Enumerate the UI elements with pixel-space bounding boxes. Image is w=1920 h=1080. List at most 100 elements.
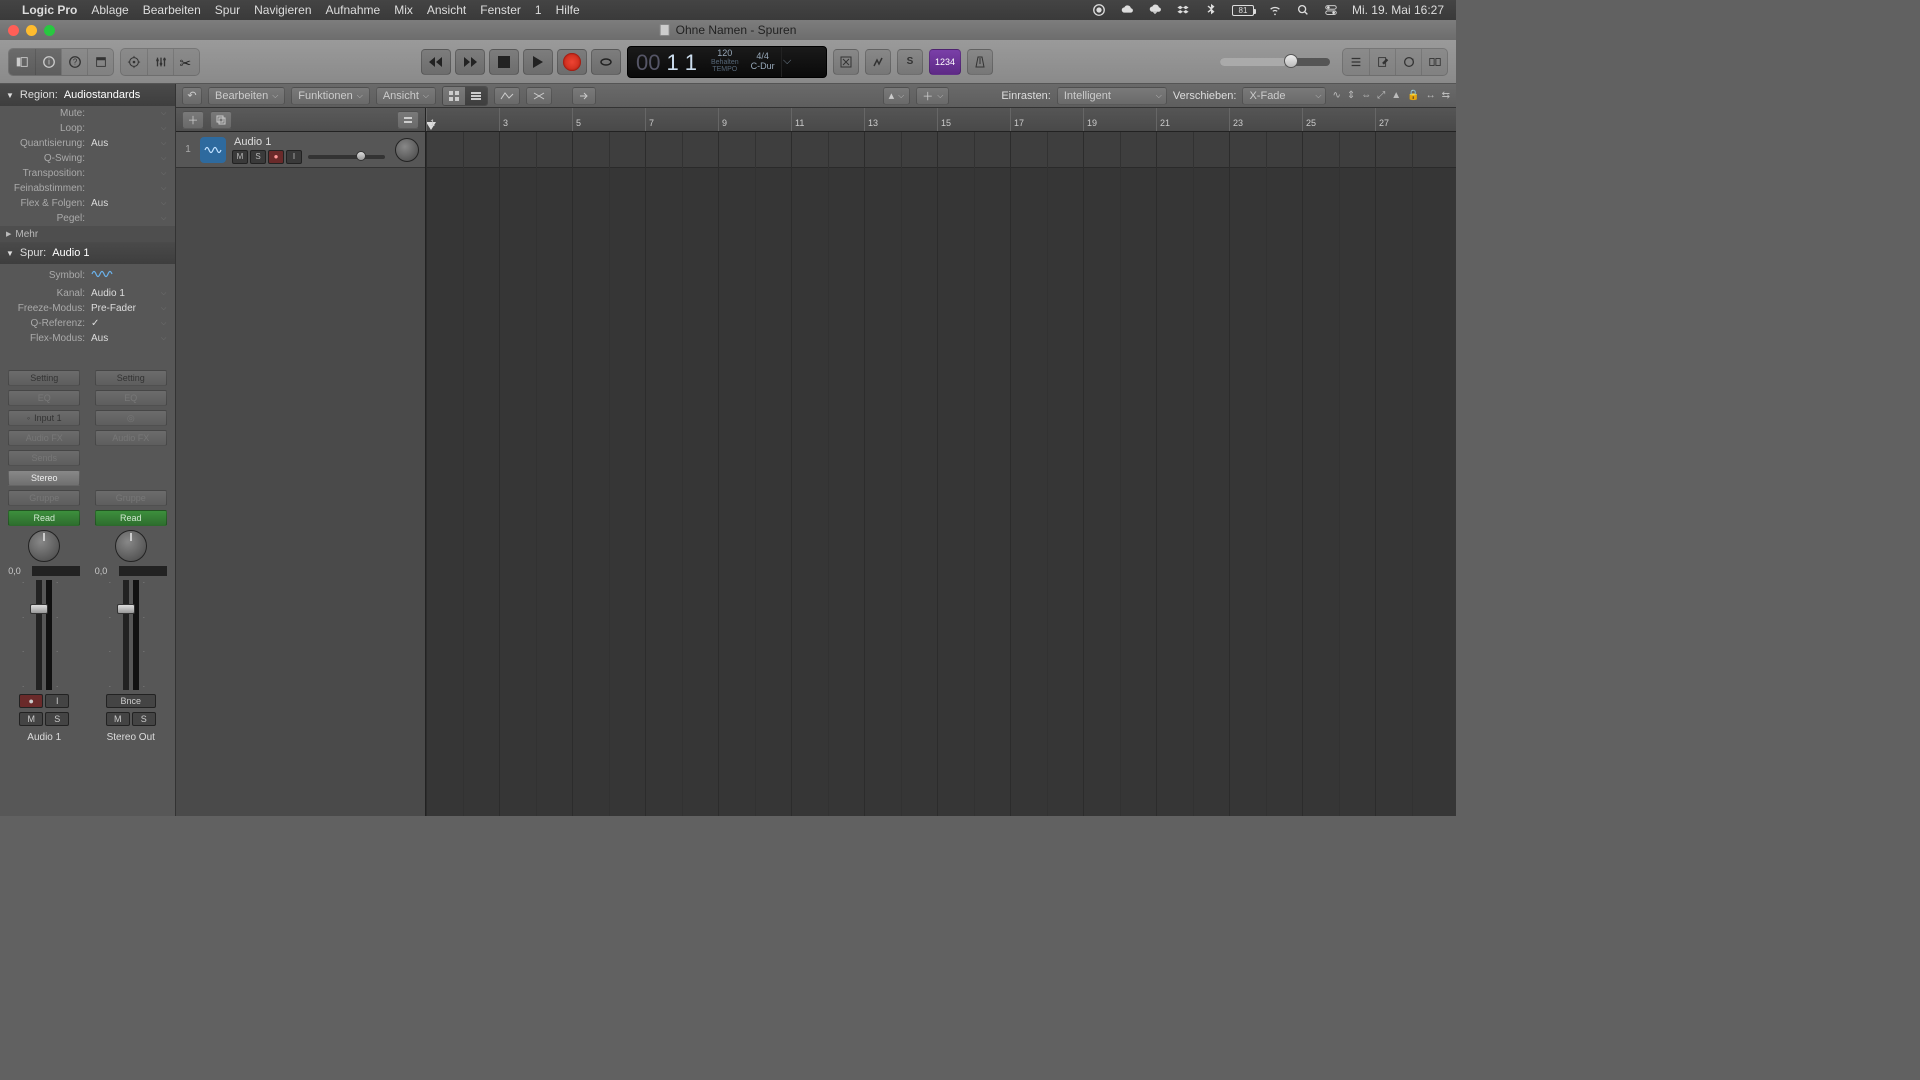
- clock[interactable]: Mi. 19. Mai 16:27: [1352, 3, 1444, 17]
- menu-ablage[interactable]: Ablage: [91, 3, 128, 17]
- pointer-tool[interactable]: ▴⌵: [883, 87, 911, 105]
- menu-spur[interactable]: Spur: [215, 3, 240, 17]
- fader[interactable]: ---- ----: [8, 580, 80, 690]
- lcd-display[interactable]: 00 1 1 120 Behalten TEMPO 4/4 C-Dur ⌵: [627, 46, 827, 78]
- solo-button[interactable]: S: [132, 712, 156, 726]
- mixer-toggle-button[interactable]: [147, 49, 173, 75]
- fader-value[interactable]: 0,0: [8, 566, 30, 576]
- audiofx-slot[interactable]: Audio FX: [8, 430, 80, 446]
- group-slot[interactable]: Gruppe: [95, 490, 167, 506]
- inspector-row[interactable]: Q-Swing:⌵: [0, 151, 175, 166]
- record-button[interactable]: [557, 49, 587, 75]
- secondary-tool[interactable]: ＋⌵: [916, 87, 949, 105]
- fader[interactable]: ---- ----: [95, 580, 167, 690]
- inspector-toggle-button[interactable]: i: [35, 49, 61, 75]
- lcd-key[interactable]: C-Dur: [751, 62, 775, 72]
- eq-slot[interactable]: EQ: [95, 390, 167, 406]
- window-minimize-button[interactable]: [26, 25, 37, 36]
- inspector-track-header[interactable]: ▼ Spur: Audio 1: [0, 242, 175, 264]
- back-button[interactable]: ↶: [182, 87, 202, 105]
- duplicate-track-button[interactable]: [210, 111, 232, 129]
- mute-button[interactable]: M: [19, 712, 43, 726]
- automation-slot[interactable]: Read: [95, 510, 167, 526]
- icloud-icon[interactable]: [1120, 3, 1134, 17]
- vertical-auto-zoom-icon[interactable]: ⇕: [1347, 90, 1355, 101]
- low-latency-button[interactable]: [865, 49, 891, 75]
- menu-1[interactable]: 1: [535, 3, 542, 17]
- bluetooth-icon[interactable]: [1204, 3, 1218, 17]
- input-slot[interactable]: ◦Input 1: [8, 410, 80, 426]
- play-button[interactable]: [523, 49, 553, 75]
- stop-button[interactable]: [489, 49, 519, 75]
- media-browser-button[interactable]: [1421, 49, 1447, 75]
- track-type-icon[interactable]: [200, 137, 226, 163]
- forward-button[interactable]: [455, 49, 485, 75]
- audiofx-slot[interactable]: Audio FX: [95, 430, 167, 446]
- scissors-button[interactable]: ✂: [173, 49, 199, 75]
- inspector-row[interactable]: Loop:⌵: [0, 121, 175, 136]
- more-icon[interactable]: ↔: [1426, 90, 1436, 101]
- library-toggle-button[interactable]: [9, 49, 35, 75]
- control-center-icon[interactable]: [1324, 3, 1338, 17]
- solo-button[interactable]: S: [45, 712, 69, 726]
- waveform-zoom-icon[interactable]: ∿: [1332, 90, 1340, 101]
- track-volume-slider[interactable]: [308, 155, 385, 159]
- track-pan-knob[interactable]: [395, 138, 419, 162]
- inspector-row[interactable]: Q-Referenz:✓⌵: [0, 316, 175, 331]
- track-input-button[interactable]: I: [286, 150, 302, 164]
- mute-button[interactable]: M: [106, 712, 130, 726]
- inspector-region-header[interactable]: ▼ Region: Audiostandards: [0, 84, 175, 106]
- grid-view-button[interactable]: [443, 87, 465, 105]
- pan-knob[interactable]: [28, 530, 60, 562]
- notepad-button[interactable]: [1369, 49, 1395, 75]
- inspector-row[interactable]: Freeze-Modus:Pre-Fader⌵: [0, 301, 175, 316]
- drag-select[interactable]: X-Fade⌵: [1242, 87, 1326, 105]
- menu-bearbeiten[interactable]: Bearbeiten: [143, 3, 201, 17]
- rewind-button[interactable]: [421, 49, 451, 75]
- inspector-more-row[interactable]: ▶Mehr: [0, 226, 175, 242]
- group-slot[interactable]: Gruppe: [8, 490, 80, 506]
- list-editors-button[interactable]: [1343, 49, 1369, 75]
- functions-menu[interactable]: Funktionen⌵: [291, 87, 370, 105]
- metronome-button[interactable]: [967, 49, 993, 75]
- solo-safe-button[interactable]: S: [897, 49, 923, 75]
- catch-button[interactable]: [572, 87, 596, 105]
- inspector-row[interactable]: Mute:⌵: [0, 106, 175, 121]
- automation-button[interactable]: [494, 87, 520, 105]
- track-name[interactable]: Audio 1: [232, 136, 389, 148]
- inspector-row[interactable]: Feinabstimmen:⌵: [0, 181, 175, 196]
- lock-icon[interactable]: 🔒: [1407, 90, 1419, 101]
- menu-fenster[interactable]: Fenster: [480, 3, 521, 17]
- inspector-row[interactable]: Flex-Modus:Aus⌵: [0, 331, 175, 346]
- snap-select[interactable]: Intelligent⌵: [1057, 87, 1167, 105]
- toolbar-button[interactable]: [87, 49, 113, 75]
- replace-mode-button[interactable]: [833, 49, 859, 75]
- track-solo-button[interactable]: S: [250, 150, 266, 164]
- ruler[interactable]: 13579111315171921232527: [426, 108, 1456, 132]
- battery-indicator[interactable]: 81: [1232, 5, 1254, 16]
- sends-slot[interactable]: Sends: [8, 450, 80, 466]
- menu-navigieren[interactable]: Navigieren: [254, 3, 311, 17]
- list-view-button[interactable]: [465, 87, 487, 105]
- fader-value[interactable]: 0,0: [95, 566, 117, 576]
- automation-slot[interactable]: Read: [8, 510, 80, 526]
- app-name[interactable]: Logic Pro: [22, 3, 77, 17]
- setting-slot[interactable]: Setting: [8, 370, 80, 386]
- quick-help-button[interactable]: ?: [61, 49, 87, 75]
- flex-button[interactable]: [526, 87, 552, 105]
- eq-slot[interactable]: EQ: [8, 390, 80, 406]
- menu-ansicht[interactable]: Ansicht: [427, 3, 466, 17]
- menu-aufnahme[interactable]: Aufnahme: [326, 3, 381, 17]
- lcd-dropdown[interactable]: ⌵: [781, 47, 793, 77]
- menu-mix[interactable]: Mix: [394, 3, 413, 17]
- bounce-button[interactable]: Bnce: [106, 694, 156, 708]
- add-track-button[interactable]: ＋: [182, 111, 204, 129]
- horizontal-auto-zoom-icon[interactable]: ⇔: [1361, 90, 1371, 101]
- more-icon-2[interactable]: ⇆: [1442, 90, 1450, 101]
- setting-slot[interactable]: Setting: [95, 370, 167, 386]
- inspector-row[interactable]: Quantisierung:Aus⌵: [0, 136, 175, 151]
- inspector-row[interactable]: Pegel:⌵: [0, 211, 175, 226]
- stereo-slot[interactable]: ◎: [95, 410, 167, 426]
- dropbox-icon[interactable]: [1176, 3, 1190, 17]
- track-record-button[interactable]: ●: [268, 150, 284, 164]
